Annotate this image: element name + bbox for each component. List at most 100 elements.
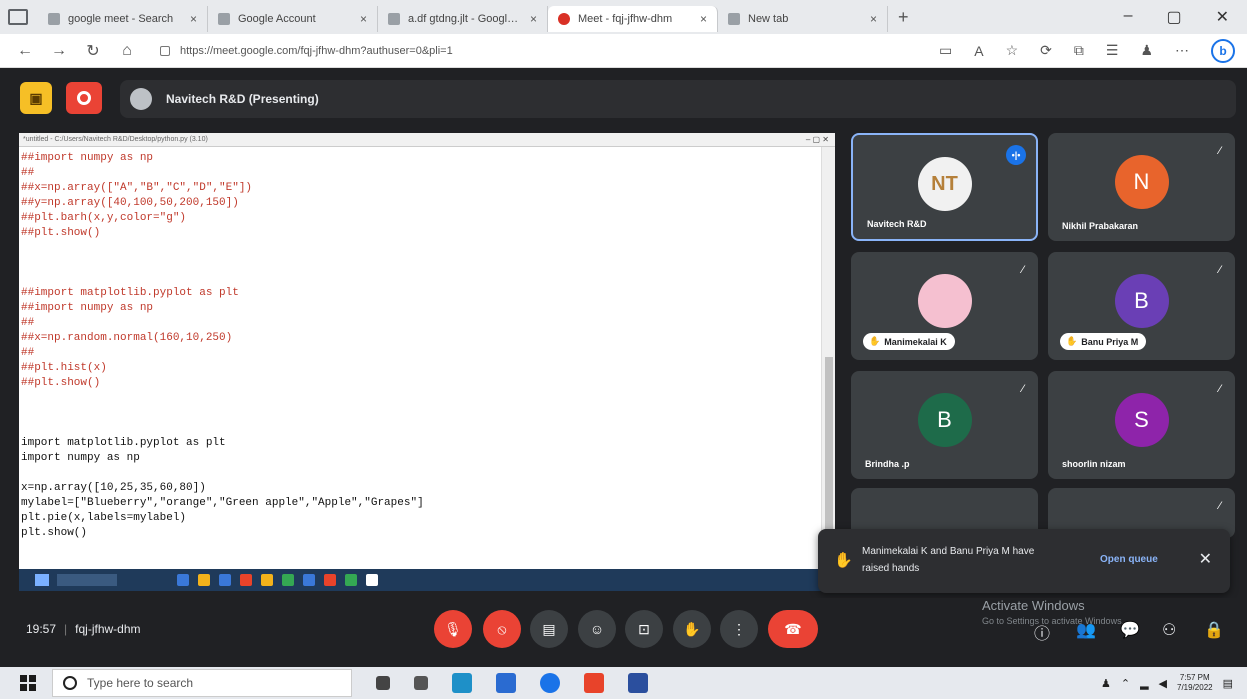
host-controls-icon[interactable]: 🔒 <box>1204 620 1224 640</box>
presenting-banner[interactable]: Navitech R&D (Presenting) <box>120 80 1236 118</box>
participant-tile[interactable]: ⁄ ✋ Manimekalai K <box>851 252 1038 360</box>
url-field[interactable]: https://meet.google.com/fqj-jfhw-dhm?aut… <box>160 39 780 63</box>
leave-call-button[interactable]: ☎ <box>768 610 818 648</box>
browser-tab[interactable]: Google Account × <box>208 6 378 32</box>
back-icon[interactable]: ← <box>12 42 38 60</box>
tab-close-icon[interactable]: × <box>700 12 707 26</box>
more-icon[interactable]: ⋯ <box>1175 42 1189 59</box>
taskbar-search-input[interactable]: Type here to search <box>52 669 352 697</box>
chat-icon[interactable]: 💬 <box>1120 620 1140 640</box>
participant-tile[interactable]: B ⁄ ✋ Banu Priya M <box>1048 252 1235 360</box>
volume-icon[interactable]: ◀ <box>1159 677 1167 690</box>
profile-button[interactable]: b <box>1211 38 1235 63</box>
task-view-icon[interactable] <box>414 676 428 690</box>
open-queue-link[interactable]: Open queue <box>1100 554 1158 565</box>
close-window-icon[interactable]: ✕ <box>1216 7 1229 27</box>
edge-app-icon[interactable] <box>452 673 472 693</box>
tab-favicon <box>728 13 740 25</box>
code-line: ##x=np.array(["A","B","C","D","E"]) <box>21 182 253 194</box>
recording-button[interactable] <box>66 82 102 114</box>
close-icon[interactable]: ✕ <box>1199 549 1212 569</box>
camera-toggle-button[interactable]: ⦸ <box>483 610 521 648</box>
minimize-icon[interactable]: – <box>1124 7 1133 27</box>
refresh-icon[interactable]: ↻ <box>80 41 106 61</box>
participant-tile[interactable]: NT •|• Navitech R&D <box>851 133 1038 241</box>
favorites-bar-icon[interactable]: ☰ <box>1106 42 1119 59</box>
code-line: plt.show() <box>21 527 88 539</box>
tab-close-icon[interactable]: × <box>530 12 537 26</box>
home-icon[interactable]: ⌂ <box>114 42 140 60</box>
mic-off-icon: ⁄ <box>1022 383 1024 395</box>
notifications-icon[interactable]: ▤ <box>1223 677 1233 690</box>
shared-app-icon <box>219 574 231 586</box>
people-icon[interactable]: 👥 <box>1076 620 1096 640</box>
shared-screen: *untitled - C:/Users/Navitech R&D/Deskto… <box>19 133 835 569</box>
window-menu-icon[interactable] <box>8 9 28 25</box>
chevron-up-icon[interactable]: ⌃ <box>1121 677 1130 690</box>
start-button[interactable] <box>20 675 36 691</box>
search-placeholder: Type here to search <box>87 676 194 690</box>
profile-icon[interactable]: ♟ <box>1140 42 1153 59</box>
favorite-icon[interactable]: ☆ <box>1006 42 1019 59</box>
camera-icon[interactable]: ▭ <box>939 42 952 59</box>
extensions-icon[interactable]: ⟳ <box>1040 42 1052 59</box>
mic-toggle-button[interactable]: 🎙 <box>434 610 472 648</box>
mic-icon[interactable] <box>376 676 390 690</box>
code-line: ## <box>21 167 35 179</box>
code-line: x=np.array([10,25,35,60,80]) <box>21 482 206 494</box>
emoji-button[interactable]: ☺ <box>578 610 616 648</box>
activities-icon[interactable]: ⚇ <box>1162 620 1176 640</box>
raised-hand-icon: ✋ <box>869 336 881 346</box>
network-icon[interactable]: ▂ <box>1140 677 1148 690</box>
clock-date: 7/19/2022 <box>1177 683 1213 692</box>
mic-off-icon: ⁄ <box>1219 383 1221 395</box>
participant-tile[interactable]: S ⁄ shoorlin nizam <box>1048 371 1235 479</box>
system-tray: ♟ ⌃ ▂ ◀ 7:57 PM 7/19/2022 ▤ <box>1101 673 1247 693</box>
editor-scrollbar[interactable] <box>821 147 835 557</box>
participant-avatar: N <box>1114 155 1169 209</box>
forward-icon[interactable]: → <box>46 42 72 60</box>
code-editor[interactable]: ##import numpy as np ## ##x=np.array(["A",… <box>19 147 835 541</box>
browser-tab-active[interactable]: Meet - fqj-jfhw-dhm × <box>548 6 718 32</box>
new-tab-button[interactable]: + <box>898 7 909 28</box>
activate-windows-subtitle: Go to Settings to activate Windows. <box>982 616 1125 626</box>
tab-close-icon[interactable]: × <box>190 12 197 26</box>
more-options-button[interactable]: ⋮ <box>720 610 758 648</box>
maximize-icon[interactable]: ▢ <box>1166 7 1181 27</box>
python-app-icon[interactable] <box>628 673 648 693</box>
mic-off-icon: ⁄ <box>1219 145 1221 157</box>
office-app-icon[interactable] <box>584 673 604 693</box>
mic-off-icon: ⁄ <box>1022 264 1024 276</box>
tab-close-icon[interactable]: × <box>870 12 877 26</box>
meeting-details-icon[interactable]: ⓘ <box>1034 620 1050 644</box>
raise-hand-button[interactable]: ✋ <box>673 610 711 648</box>
browser-tab[interactable]: google meet - Search × <box>38 6 208 32</box>
present-button[interactable]: ⊡ <box>625 610 663 648</box>
system-clock[interactable]: 7:57 PM 7/19/2022 <box>1177 673 1213 693</box>
activate-windows-title: Activate Windows <box>982 598 1085 613</box>
tab-title: New tab <box>748 13 789 25</box>
browser-toolbar: ▭ A ☆ ⟳ ⧉ ☰ ♟ ⋯ b <box>939 38 1235 63</box>
read-aloud-icon[interactable]: A <box>974 43 983 59</box>
participant-tile[interactable]: N ⁄ Nikhil Prabakaran <box>1048 133 1235 241</box>
browser-tab[interactable]: New tab × <box>718 6 888 32</box>
code-line: ##y=np.array([40,100,50,200,150]) <box>21 197 239 209</box>
participant-photo <box>917 274 972 328</box>
people-tray-icon[interactable]: ♟ <box>1101 677 1111 690</box>
tab-favicon <box>558 13 570 25</box>
scrollbar-thumb[interactable] <box>825 357 833 537</box>
captions-button[interactable]: ▤ <box>530 610 568 648</box>
collections-icon[interactable]: ⧉ <box>1074 42 1084 59</box>
code-line: ##import numpy as np <box>21 152 154 164</box>
file-explorer-icon[interactable] <box>496 673 516 693</box>
activities-button[interactable]: ▣ <box>20 82 52 114</box>
participant-tile[interactable]: B ⁄ Brindha .p <box>851 371 1038 479</box>
meeting-code: fqj-jfhw-dhm <box>75 622 141 636</box>
code-line: ##plt.hist(x) <box>21 362 107 374</box>
tab-close-icon[interactable]: × <box>360 12 367 26</box>
code-line: ##plt.show() <box>21 377 101 389</box>
ie-app-icon[interactable] <box>540 673 560 693</box>
participant-avatar: S <box>1114 393 1169 447</box>
browser-tab[interactable]: a.df gtdng.jlt - Google Drv × <box>378 6 548 32</box>
lock-icon <box>160 45 170 56</box>
